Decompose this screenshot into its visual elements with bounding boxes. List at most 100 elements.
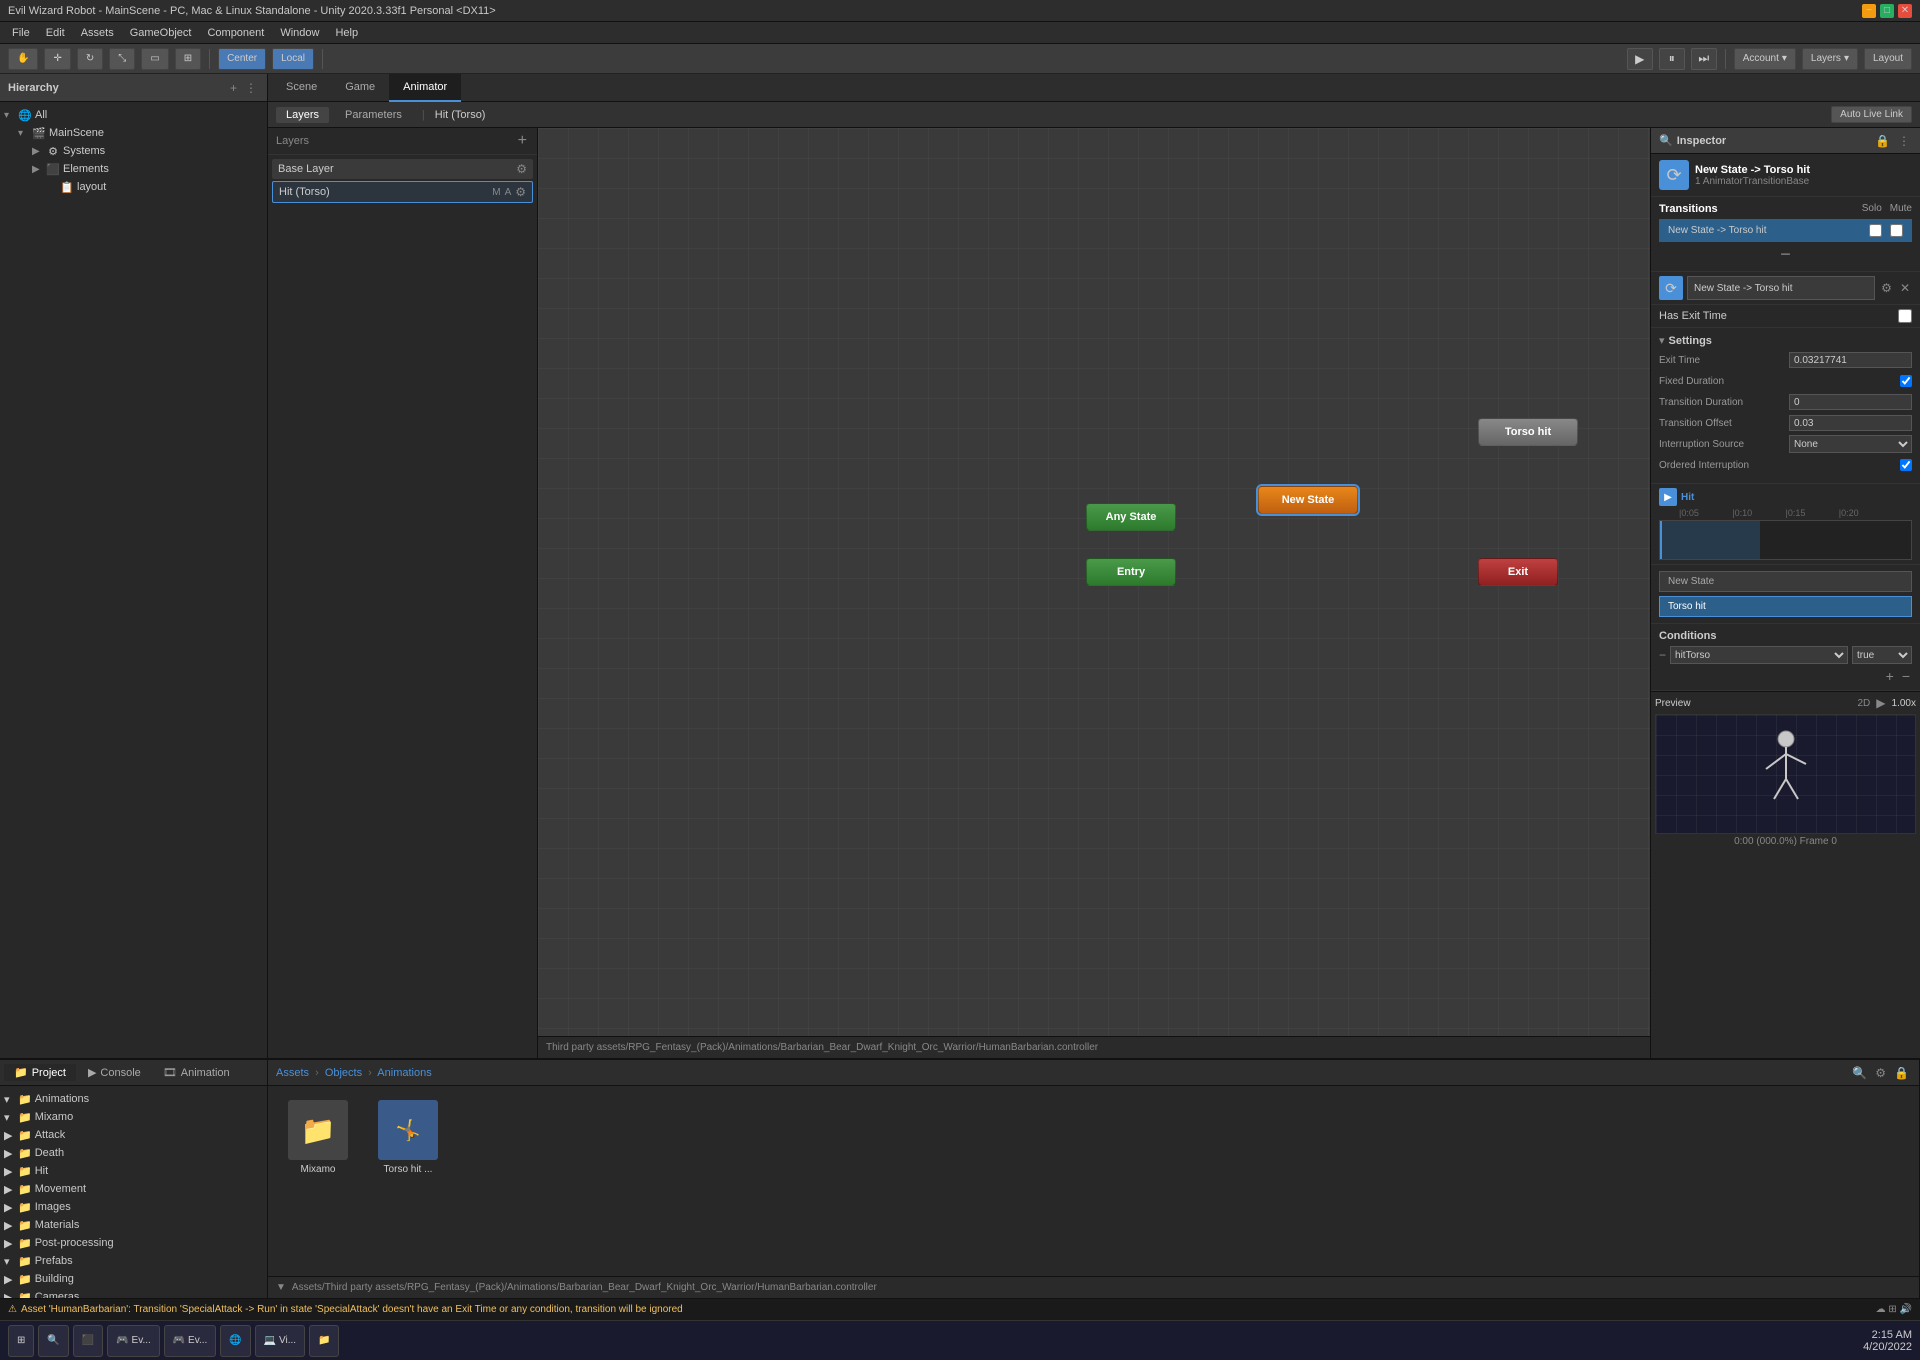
- torso-hit-node[interactable]: Torso hit: [1478, 418, 1578, 446]
- tree-death[interactable]: ▶ 📁 Death: [0, 1144, 267, 1162]
- has-exit-time-check[interactable]: [1898, 309, 1912, 323]
- taskbar-chrome[interactable]: 🌐: [220, 1325, 250, 1357]
- asset-mixamo[interactable]: 📁 Mixamo: [278, 1096, 358, 1179]
- play-button[interactable]: ▶: [1627, 48, 1653, 70]
- preview-play-btn[interactable]: ▶: [1874, 696, 1887, 710]
- animator-canvas[interactable]: Any State Entry New State Torso hit Exit…: [538, 128, 1650, 1058]
- taskbar-explorer[interactable]: 📁: [309, 1325, 339, 1357]
- exit-node[interactable]: Exit: [1478, 558, 1558, 586]
- tree-postprocessing[interactable]: ▶ 📁 Post-processing: [0, 1234, 267, 1252]
- tree-cameras[interactable]: ▶ 📁 Cameras: [0, 1288, 267, 1298]
- step-button[interactable]: ⏭: [1691, 48, 1717, 70]
- asset-settings-btn[interactable]: ⚙: [1873, 1066, 1888, 1080]
- hierarchy-elements-item[interactable]: ▶ ⬛ Elements: [0, 160, 267, 178]
- menu-edit[interactable]: Edit: [38, 25, 73, 41]
- transform-tool[interactable]: ⊞: [175, 48, 201, 70]
- breadcrumb-objects[interactable]: Objects: [325, 1067, 362, 1079]
- transition-settings-btn[interactable]: ⚙: [1879, 281, 1894, 295]
- menu-gameobject[interactable]: GameObject: [122, 25, 200, 41]
- exit-time-input[interactable]: [1789, 352, 1912, 368]
- tab-project[interactable]: 📁 Project: [4, 1064, 76, 1081]
- menu-window[interactable]: Window: [272, 25, 327, 41]
- hierarchy-all-item[interactable]: ▾ 🌐 All: [0, 106, 267, 124]
- condition-remove-btn[interactable]: −: [1659, 648, 1666, 662]
- transition-mute-check[interactable]: [1890, 224, 1903, 237]
- settings-toggle[interactable]: ▾ Settings: [1659, 334, 1912, 347]
- menu-help[interactable]: Help: [327, 25, 366, 41]
- new-state-box[interactable]: New State: [1659, 571, 1912, 592]
- breadcrumb-assets[interactable]: Assets: [276, 1067, 309, 1079]
- timeline-play-btn[interactable]: ▶: [1659, 488, 1677, 506]
- hierarchy-layout-item[interactable]: ▶ 📋 layout: [0, 178, 267, 196]
- menu-component[interactable]: Component: [199, 25, 272, 41]
- hand-tool[interactable]: ✋: [8, 48, 38, 70]
- base-layer-settings-icon[interactable]: ⚙: [516, 162, 527, 176]
- condition-add-btn[interactable]: +: [1884, 668, 1896, 684]
- transition-item[interactable]: New State -> Torso hit: [1659, 219, 1912, 242]
- move-tool[interactable]: ✛: [44, 48, 70, 70]
- taskbar-vs[interactable]: 💻 Vi...: [255, 1325, 305, 1357]
- space-button[interactable]: Local: [272, 48, 314, 70]
- transition-minus-btn[interactable]: −: [1659, 244, 1912, 265]
- fixed-duration-check[interactable]: [1900, 375, 1912, 387]
- interruption-source-select[interactable]: None Source State Destination State Sour…: [1789, 435, 1912, 453]
- inspector-menu-btn[interactable]: ⋮: [1896, 134, 1912, 148]
- hit-torso-layer-item[interactable]: Hit (Torso) M A ⚙: [272, 181, 533, 203]
- new-state-node[interactable]: New State: [1258, 486, 1358, 514]
- hierarchy-mainscene-item[interactable]: ▾ 🎬 MainScene: [0, 124, 267, 142]
- transition-duration-input[interactable]: [1789, 394, 1912, 410]
- layout-button[interactable]: Layout: [1864, 48, 1912, 70]
- rotate-tool[interactable]: ↻: [77, 48, 103, 70]
- asset-lock-btn[interactable]: 🔒: [1892, 1066, 1911, 1080]
- tree-movement[interactable]: ▶ 📁 Movement: [0, 1180, 267, 1198]
- auto-live-link-btn[interactable]: Auto Live Link: [1831, 106, 1912, 123]
- pause-button[interactable]: ⏸: [1659, 48, 1685, 70]
- inspector-lock-btn[interactable]: 🔒: [1873, 134, 1892, 148]
- breadcrumb-animations[interactable]: Animations: [377, 1067, 431, 1079]
- tree-building[interactable]: ▶ 📁 Building: [0, 1270, 267, 1288]
- tree-images[interactable]: ▶ 📁 Images: [0, 1198, 267, 1216]
- condition-remove-all-btn[interactable]: −: [1900, 668, 1912, 684]
- animator-tab-parameters[interactable]: Parameters: [335, 107, 412, 123]
- transition-solo-check[interactable]: [1869, 224, 1882, 237]
- hierarchy-add-btn[interactable]: +: [228, 81, 239, 95]
- layers-button[interactable]: Layers ▾: [1802, 48, 1858, 70]
- taskbar-unity-evil[interactable]: 🎮 Ev...: [107, 1325, 160, 1357]
- transition-offset-input[interactable]: [1789, 415, 1912, 431]
- transition-x-btn[interactable]: ✕: [1898, 281, 1912, 295]
- condition-op-select[interactable]: true false: [1852, 646, 1912, 664]
- taskbar-unity-evil2[interactable]: 🎮 Ev...: [164, 1325, 217, 1357]
- asset-torso-hit[interactable]: 🤸 Torso hit ...: [368, 1096, 448, 1179]
- tree-attack[interactable]: ▶ 📁 Attack: [0, 1126, 267, 1144]
- menu-assets[interactable]: Assets: [73, 25, 122, 41]
- hit-torso-settings-icon[interactable]: ⚙: [515, 185, 526, 199]
- tree-materials[interactable]: ▶ 📁 Materials: [0, 1216, 267, 1234]
- account-button[interactable]: Account ▾: [1734, 48, 1796, 70]
- condition-param-select[interactable]: hitTorso: [1670, 646, 1848, 664]
- tab-scene[interactable]: Scene: [272, 74, 331, 102]
- maximize-button[interactable]: □: [1880, 4, 1894, 18]
- rect-tool[interactable]: ▭: [141, 48, 168, 70]
- base-layer-item[interactable]: Base Layer ⚙: [272, 159, 533, 179]
- asset-search-btn[interactable]: 🔍: [1850, 1066, 1869, 1080]
- scale-tool[interactable]: ⤡: [109, 48, 135, 70]
- any-state-node[interactable]: Any State: [1086, 503, 1176, 531]
- pivot-button[interactable]: Center: [218, 48, 266, 70]
- animator-tab-layers[interactable]: Layers: [276, 107, 329, 123]
- layers-add-btn[interactable]: +: [516, 132, 529, 150]
- timeline-track[interactable]: [1659, 520, 1912, 560]
- menu-file[interactable]: File: [4, 25, 38, 41]
- taskbar-start[interactable]: ⊞: [8, 1325, 34, 1357]
- close-button[interactable]: ✕: [1898, 4, 1912, 18]
- tab-console[interactable]: ▶ Console: [78, 1064, 151, 1081]
- tab-animator[interactable]: Animator: [389, 74, 461, 102]
- hierarchy-systems-item[interactable]: ▶ ⚙ Systems: [0, 142, 267, 160]
- minimize-button[interactable]: −: [1862, 4, 1876, 18]
- torso-hit-box[interactable]: Torso hit: [1659, 596, 1912, 617]
- timeline-playhead[interactable]: [1660, 521, 1662, 559]
- tab-animation[interactable]: 🎞 Animation: [153, 1064, 240, 1081]
- taskbar-task-view[interactable]: ⬛: [73, 1325, 103, 1357]
- tab-game[interactable]: Game: [331, 74, 389, 102]
- ordered-interruption-check[interactable]: [1900, 459, 1912, 471]
- entry-node[interactable]: Entry: [1086, 558, 1176, 586]
